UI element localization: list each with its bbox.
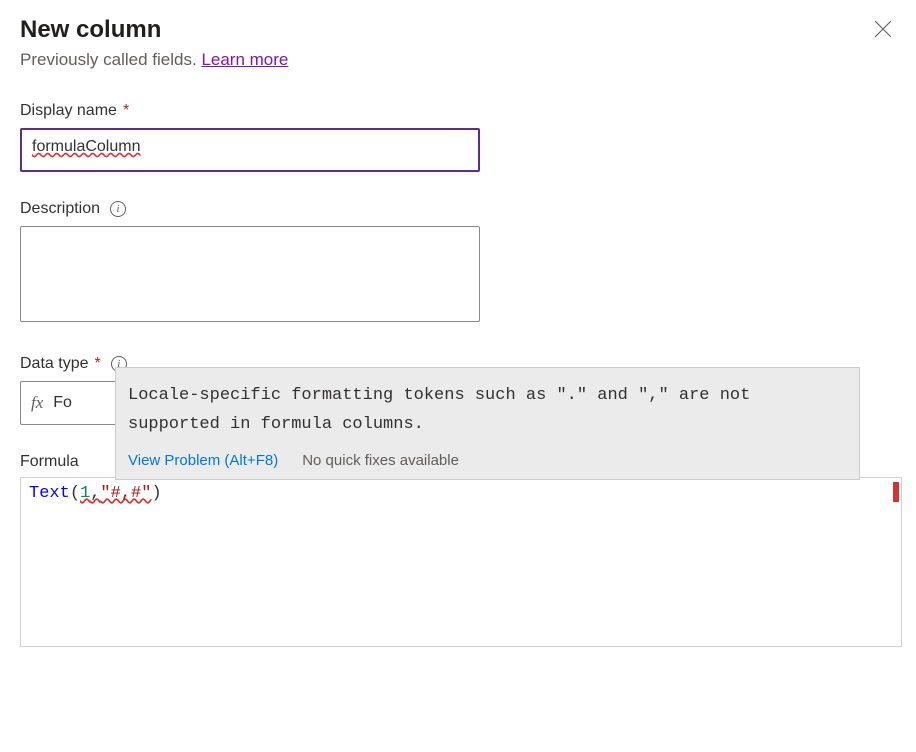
required-indicator: * [94, 355, 100, 373]
display-name-value: formulaColumn [32, 138, 140, 155]
panel-title: New column [20, 16, 288, 44]
formula-editor[interactable]: Text(1,"#,#") [20, 477, 902, 647]
learn-more-link[interactable]: Learn more [201, 50, 288, 69]
display-name-input[interactable]: formulaColumn [20, 128, 480, 172]
required-indicator: * [123, 102, 129, 120]
formula-token-paren-open: ( [70, 484, 80, 503]
view-problem-link[interactable]: View Problem (Alt+F8) [128, 452, 278, 469]
close-button[interactable] [870, 16, 896, 48]
close-icon [874, 20, 892, 38]
formula-token-arg2: "#,#" [100, 484, 151, 503]
tooltip-message: Locale-specific formatting tokens such a… [128, 382, 847, 440]
error-marker-icon[interactable] [893, 482, 899, 502]
description-label: Description [20, 200, 100, 218]
subtitle-text: Previously called fields. [20, 50, 197, 69]
formula-token-function: Text [29, 484, 70, 503]
data-type-label: Data type [20, 355, 88, 373]
formula-token-comma: , [90, 484, 100, 503]
no-quick-fixes-text: No quick fixes available [302, 452, 459, 469]
display-name-label: Display name [20, 102, 117, 120]
formula-token-paren-close: ) [151, 484, 161, 503]
formula-token-arg1: 1 [80, 484, 90, 503]
data-type-value: Fo [53, 394, 72, 412]
error-tooltip: Locale-specific formatting tokens such a… [115, 367, 860, 480]
info-icon[interactable]: i [110, 201, 126, 217]
formula-fx-icon: fx [31, 393, 43, 413]
description-input[interactable] [20, 226, 480, 322]
